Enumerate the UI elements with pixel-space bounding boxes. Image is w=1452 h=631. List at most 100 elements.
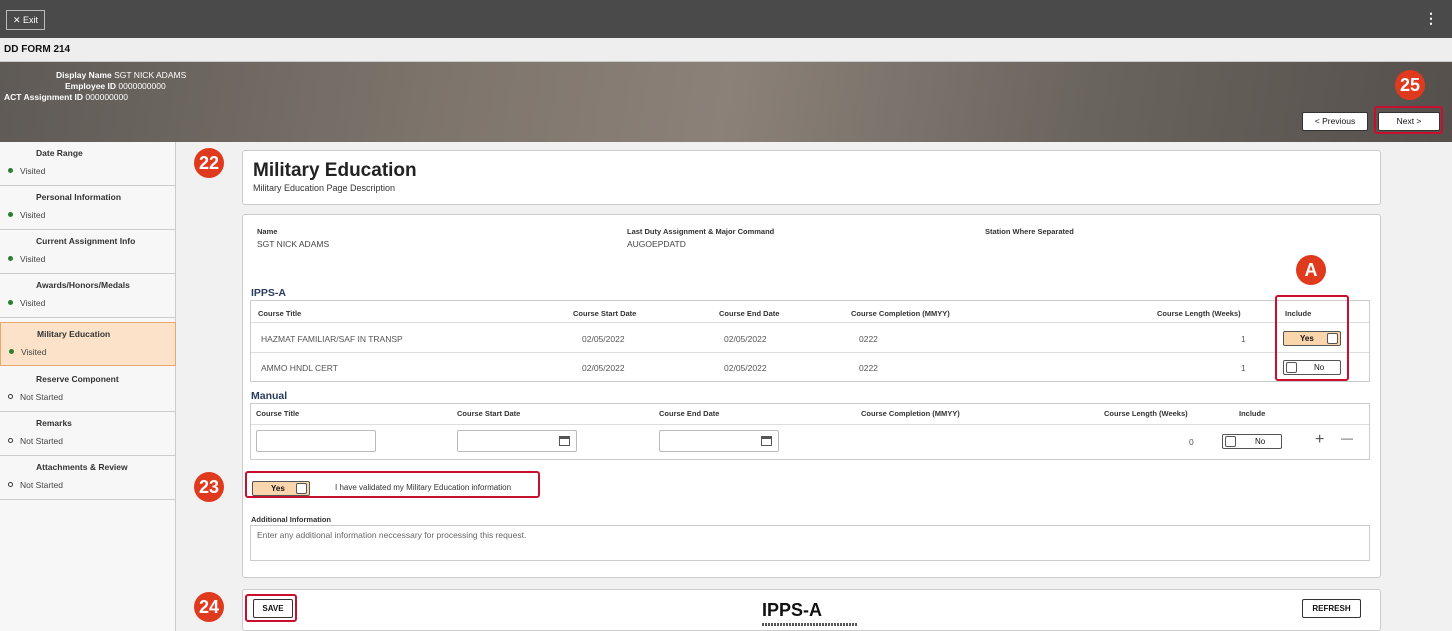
display-name-row: Display Name SGT NICK ADAMS <box>56 70 186 80</box>
course-length-cell: 1 <box>1241 363 1246 373</box>
callout-box-24 <box>245 594 297 622</box>
callout-box-25 <box>1374 106 1443 134</box>
column-header: Course Title <box>258 309 302 318</box>
course-completion-cell: 0222 <box>859 363 878 373</box>
logo-tagline <box>762 623 858 626</box>
form-title: DD FORM 214 <box>0 38 1452 62</box>
sidebar: Date Range Visited Personal Information … <box>0 142 176 631</box>
ipps-section-title: IPPS-A <box>251 287 287 299</box>
column-header: Course End Date <box>719 309 780 318</box>
sidebar-item-label: Attachments & Review <box>36 462 128 472</box>
name-label: Name <box>257 227 278 236</box>
column-header: Course Start Date <box>573 309 637 318</box>
logo-text: IPPS-A <box>762 600 823 620</box>
calendar-icon[interactable] <box>559 436 570 446</box>
sidebar-item-military-education[interactable]: Military Education Visited <box>0 322 176 366</box>
course-end-cell: 02/05/2022 <box>724 363 767 373</box>
last-duty-value: AUGOEPDATD <box>627 239 686 249</box>
sidebar-item-status: Visited <box>20 210 46 220</box>
sidebar-item-status: Visited <box>20 298 46 308</box>
manual-course-table: Course Title Course Start Date Course En… <box>250 403 1370 460</box>
page-title: Military Education <box>253 160 417 181</box>
exit-button[interactable]: ✕ Exit <box>6 10 46 30</box>
more-menu-icon[interactable]: ⋮ <box>1424 10 1438 27</box>
sidebar-item-remarks[interactable]: Remarks Not Started <box>0 412 176 456</box>
previous-button[interactable]: < Previous <box>1302 112 1368 131</box>
sidebar-item-date-range[interactable]: Date Range Visited <box>0 142 176 186</box>
sidebar-item-status: Visited <box>20 166 46 176</box>
course-length-cell: 0 <box>1189 437 1194 447</box>
employee-id-row: Employee ID 0000000000 <box>65 81 166 91</box>
remove-row-icon[interactable]: — <box>1341 431 1353 445</box>
column-header: Course Completion (MMYY) <box>851 309 950 318</box>
visited-dot-icon <box>8 212 13 217</box>
sidebar-item-label: Remarks <box>36 418 72 428</box>
refresh-button[interactable]: REFRESH <box>1302 599 1361 618</box>
callout-badge-a: A <box>1296 255 1326 285</box>
course-start-cell: 02/05/2022 <box>582 334 625 344</box>
course-end-cell: 02/05/2022 <box>724 334 767 344</box>
display-name-value: SGT NICK ADAMS <box>114 70 187 80</box>
add-row-icon[interactable]: + <box>1315 431 1324 449</box>
callout-badge-23: 23 <box>194 472 224 502</box>
table-divider <box>251 424 1369 425</box>
sidebar-item-personal-information[interactable]: Personal Information Visited <box>0 186 176 230</box>
course-end-date-input[interactable] <box>659 430 779 452</box>
column-header: Course Start Date <box>457 409 521 418</box>
callout-badge-24: 24 <box>194 592 224 622</box>
sidebar-item-label: Date Range <box>36 148 83 158</box>
table-divider <box>251 352 1369 353</box>
visited-dot-icon <box>8 256 13 261</box>
course-start-date-input[interactable] <box>457 430 577 452</box>
table-divider <box>251 322 1369 323</box>
callout-badge-25: 25 <box>1395 70 1425 100</box>
sidebar-item-reserve-component[interactable]: Reserve Component Not Started <box>0 368 176 412</box>
include-toggle[interactable]: No <box>1222 434 1282 449</box>
page-header-card: Military Education Military Education Pa… <box>242 150 1381 205</box>
sidebar-item-status: Visited <box>20 254 46 264</box>
sidebar-item-awards[interactable]: Awards/Honors/Medals Visited <box>0 274 176 318</box>
sidebar-item-status: Not Started <box>20 392 63 402</box>
additional-info-textarea[interactable]: Enter any additional information neccess… <box>250 525 1370 561</box>
ipps-course-table: Course Title Course Start Date Course En… <box>250 300 1370 382</box>
course-completion-cell: 0222 <box>859 334 878 344</box>
employee-id-label: Employee ID <box>65 81 117 91</box>
sidebar-item-status: Not Started <box>20 436 63 446</box>
sidebar-item-label: Reserve Component <box>36 374 119 384</box>
additional-info-label: Additional Information <box>251 515 331 524</box>
sidebar-item-current-assignment[interactable]: Current Assignment Info Visited <box>0 230 176 274</box>
display-name-label: Display Name <box>56 70 112 80</box>
callout-box-23 <box>245 471 540 498</box>
column-header: Course Completion (MMYY) <box>861 409 960 418</box>
column-header: Include <box>1239 409 1266 418</box>
toggle-label: No <box>1255 437 1266 446</box>
column-header: Course Length (Weeks) <box>1104 409 1188 418</box>
column-header: Course Length (Weeks) <box>1157 309 1241 318</box>
not-started-dot-icon <box>8 438 13 443</box>
header-banner: Display Name SGT NICK ADAMS Employee ID … <box>0 62 1452 142</box>
main-content-card: Name SGT NICK ADAMS Last Duty Assignment… <box>242 214 1381 578</box>
page-description: Military Education Page Description <box>253 183 396 193</box>
toggle-knob-icon <box>1225 436 1236 447</box>
course-length-cell: 1 <box>1241 334 1246 344</box>
manual-section-title: Manual <box>251 390 288 402</box>
course-title-cell: HAZMAT FAMILIAR/SAF IN TRANSP <box>261 334 403 344</box>
act-assignment-value: 000000000 <box>85 92 128 102</box>
callout-box-a <box>1275 295 1349 381</box>
ipps-a-logo: IPPS-A <box>762 600 822 621</box>
sidebar-item-status: Not Started <box>20 480 63 490</box>
column-header: Course End Date <box>659 409 720 418</box>
sidebar-item-attachments-review[interactable]: Attachments & Review Not Started <box>0 456 176 500</box>
act-assignment-label: ACT Assignment ID <box>4 92 84 102</box>
calendar-icon[interactable] <box>761 436 772 446</box>
name-value: SGT NICK ADAMS <box>257 239 330 249</box>
last-duty-label: Last Duty Assignment & Major Command <box>627 227 775 236</box>
sidebar-item-label: Current Assignment Info <box>36 236 136 246</box>
visited-dot-icon <box>8 300 13 305</box>
course-title-input[interactable] <box>256 430 376 452</box>
sidebar-item-label: Military Education <box>37 329 111 339</box>
sidebar-item-label: Personal Information <box>36 192 122 202</box>
sidebar-item-label: Awards/Honors/Medals <box>36 280 130 290</box>
not-started-dot-icon <box>8 482 13 487</box>
act-assignment-row: ACT Assignment ID 000000000 <box>4 92 128 102</box>
